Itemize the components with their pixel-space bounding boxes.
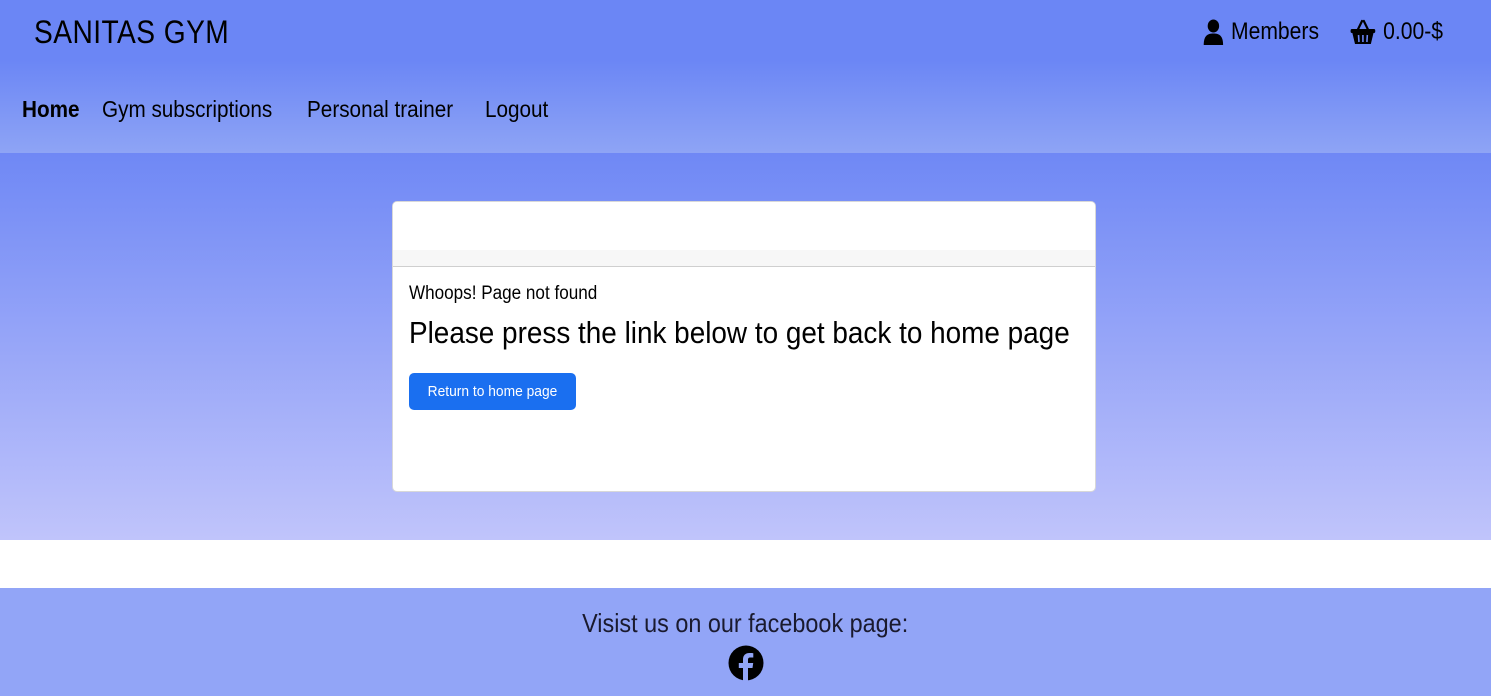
brand-logo-text[interactable]: SANITAS GYM (34, 14, 229, 51)
main-content: Whoops! Page not found Please press the … (0, 153, 1491, 540)
user-icon (1203, 19, 1223, 45)
nav-item-personal-trainer[interactable]: Personal trainer (307, 96, 453, 123)
card-header (393, 202, 1095, 267)
facebook-icon (728, 645, 763, 681)
nav-item-logout[interactable]: Logout (485, 96, 548, 123)
site-footer: Visist us on our facebook page: (0, 588, 1491, 696)
header-actions: Members 0.00-$ (1187, 18, 1443, 46)
return-home-button[interactable]: Return to home page (409, 373, 576, 410)
members-link[interactable]: Members (1203, 18, 1319, 46)
nav-item-gym-subscriptions[interactable]: Gym subscriptions (102, 96, 272, 123)
site-header: SANITAS GYM Members 0.00-$ Home Gym subs… (0, 0, 1491, 153)
error-title: Please press the link below to get back … (409, 315, 1070, 350)
not-found-card: Whoops! Page not found Please press the … (392, 201, 1096, 492)
error-subtitle: Whoops! Page not found (409, 283, 598, 304)
return-home-button-label: Return to home page (427, 383, 558, 400)
footer-text: Visist us on our facebook page: (582, 608, 909, 638)
cart-link[interactable]: 0.00-$ (1350, 18, 1443, 46)
basket-icon (1350, 19, 1376, 44)
cart-total: 0.00-$ (1383, 18, 1443, 45)
main-nav: Home Gym subscriptions Personal trainer … (22, 96, 556, 123)
members-label: Members (1230, 18, 1319, 45)
card-body: Whoops! Page not found Please press the … (393, 267, 1095, 410)
nav-item-home[interactable]: Home (22, 96, 80, 123)
facebook-link[interactable] (0, 645, 1491, 681)
